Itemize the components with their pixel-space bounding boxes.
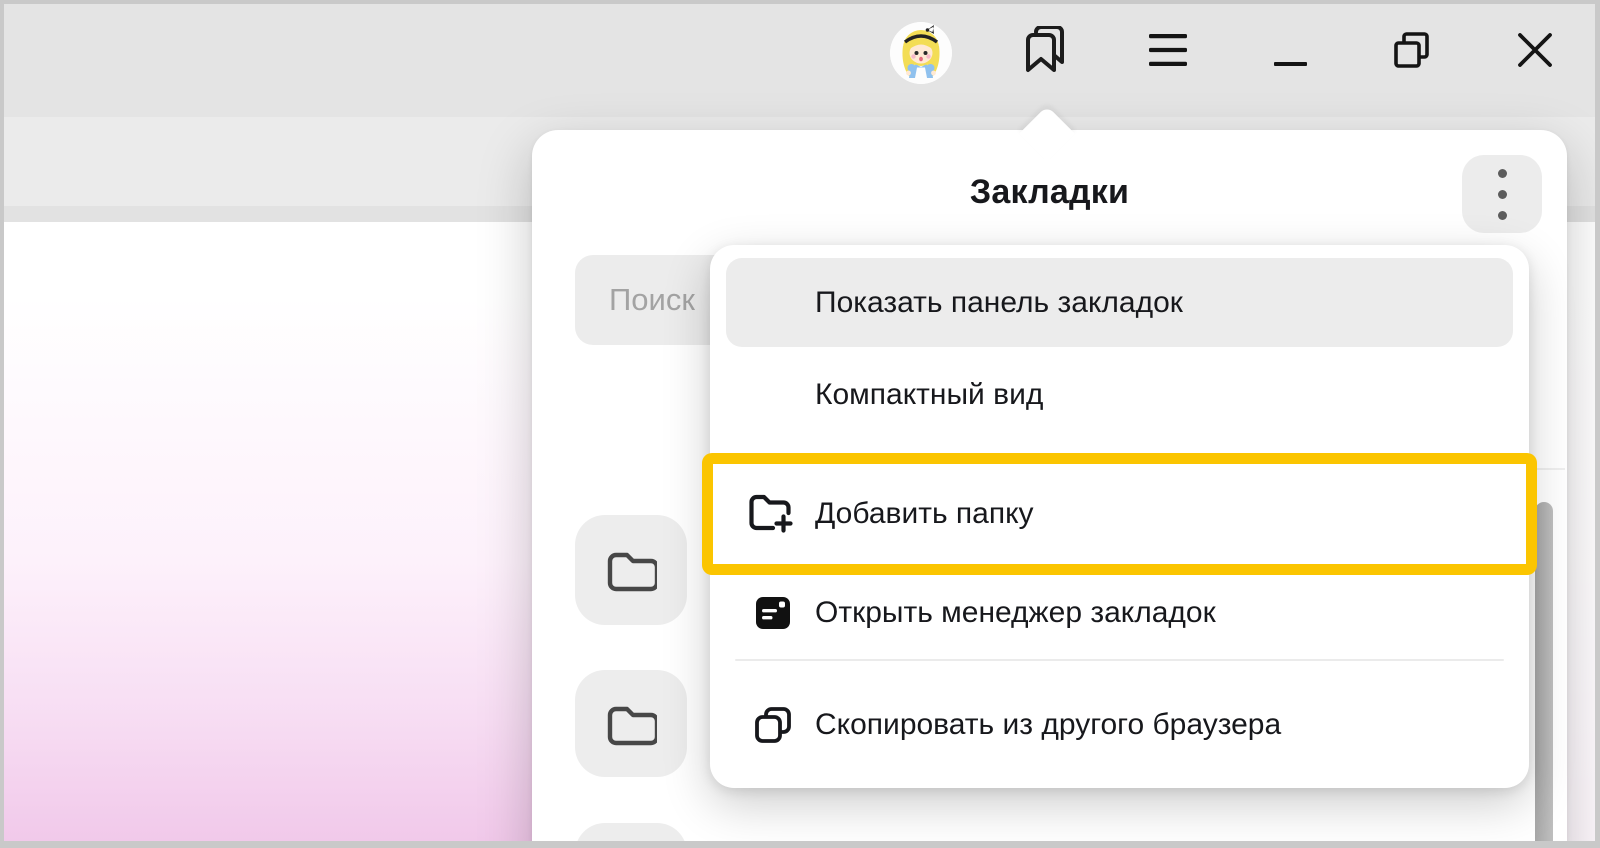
browser-menu-button[interactable]: [1146, 31, 1190, 76]
close-icon: [1516, 31, 1554, 69]
profile-avatar[interactable]: [890, 22, 952, 84]
bookmark-folder-tile[interactable]: [575, 670, 687, 777]
menu-item-copy-from-other-browser[interactable]: Скопировать из другого браузера: [726, 661, 1513, 788]
bookmark-folder-tile[interactable]: [575, 515, 687, 625]
menu-item-label: Компактный вид: [815, 378, 1043, 412]
bookmarks-panel: Закладки Показать панель закладок: [532, 130, 1567, 841]
menu-item-label: Показать панель закладок: [815, 286, 1183, 320]
restore-window-button[interactable]: [1393, 32, 1431, 75]
menu-item-add-folder[interactable]: Добавить папку: [713, 464, 1526, 564]
bookmark-folder-tile[interactable]: [575, 823, 687, 841]
restore-icon: [1393, 32, 1431, 70]
alice-avatar-icon: [890, 22, 952, 84]
menu-item-open-bookmark-manager[interactable]: Открыть менеджер закладок: [726, 571, 1513, 655]
folder-icon: [605, 702, 657, 746]
menu-item-show-bookmarks-bar[interactable]: Показать панель закладок: [726, 258, 1513, 347]
minimize-icon: [1271, 59, 1311, 69]
panel-scrollbar[interactable]: [1535, 502, 1553, 841]
menu-item-label: Добавить папку: [815, 497, 1034, 531]
kebab-menu-icon: [1498, 169, 1507, 220]
minimize-button[interactable]: [1271, 56, 1311, 74]
copy-from-browser-icon: [750, 702, 796, 748]
folder-icon: [605, 548, 657, 592]
hamburger-menu-icon: [1146, 31, 1190, 71]
menu-item-label: Скопировать из другого браузера: [815, 708, 1281, 742]
tutorial-highlight-frame: Добавить папку: [702, 453, 1537, 575]
tab-strip: [4, 4, 1595, 117]
bookmarks-toolbar-button[interactable]: [1023, 26, 1067, 79]
panel-more-options-button[interactable]: [1462, 155, 1542, 233]
panel-title: Закладки: [532, 173, 1567, 212]
menu-item-compact-view[interactable]: Компактный вид: [726, 347, 1513, 443]
bookmarks-icon: [1023, 26, 1067, 74]
browser-window: Закладки Показать панель закладок: [4, 4, 1595, 841]
bookmarks-options-menu: Показать панель закладок Компактный вид …: [710, 245, 1529, 788]
add-folder-icon: [747, 491, 793, 537]
menu-item-label: Открыть менеджер закладок: [815, 596, 1216, 630]
close-window-button[interactable]: [1516, 31, 1554, 74]
bookmark-manager-icon: [750, 590, 796, 636]
